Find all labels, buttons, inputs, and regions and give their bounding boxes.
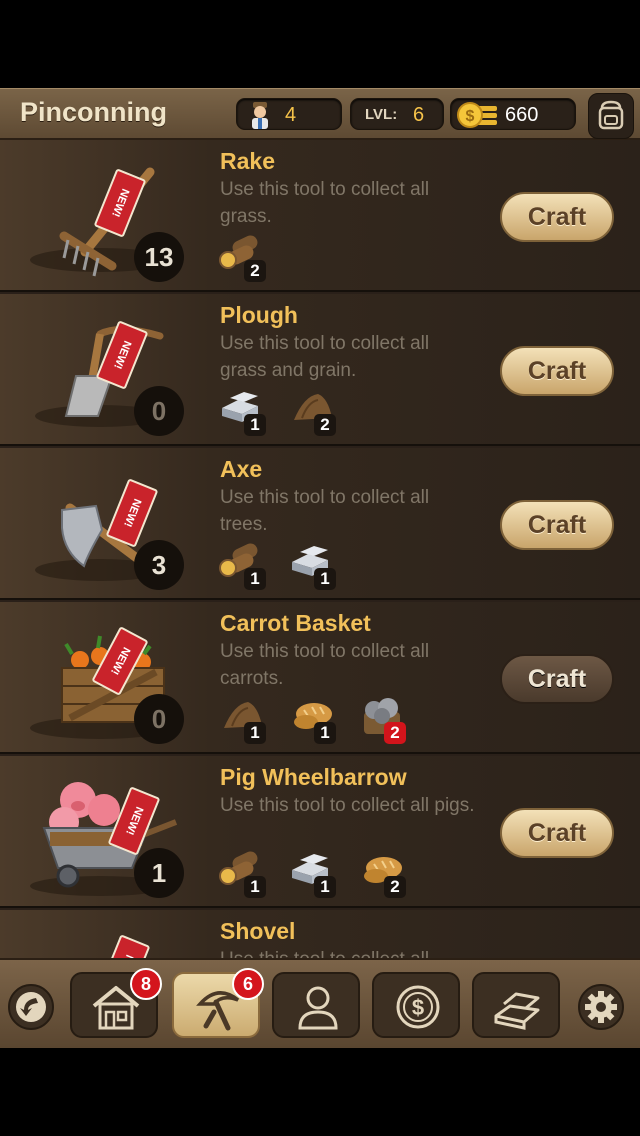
svg-text:$: $: [412, 995, 424, 1020]
owned-count: 1: [134, 848, 184, 898]
tool-description: Use this tool to collect all trees.: [220, 487, 430, 535]
tool-row-rake: NEW! 13 Rake Use this tool to collect al…: [0, 140, 640, 292]
top-bar: Pinconning 4 LVL: 6 $ 660: [0, 88, 640, 140]
resource-qty: 2: [314, 414, 336, 436]
nav-tools[interactable]: 6: [172, 968, 264, 1038]
gear-icon: [585, 991, 617, 1023]
level-value: 6: [413, 104, 425, 126]
nav-home[interactable]: 8: [70, 968, 162, 1038]
resource-wood: 1: [218, 538, 266, 590]
nav-shop[interactable]: $: [372, 972, 460, 1038]
resource-qty: 1: [314, 876, 336, 898]
resource-qty: 1: [244, 414, 266, 436]
resource-qty: 2: [384, 876, 406, 898]
tool-name: Plough: [220, 302, 298, 328]
resource-wood: 1: [218, 846, 266, 898]
resource-qty: 1: [244, 722, 266, 744]
resource-qty: 1: [244, 568, 266, 590]
tool-description: Use this tool to collect all carrots.: [220, 641, 430, 689]
nav-gold[interactable]: [472, 972, 560, 1038]
resource-iron: 1: [218, 384, 266, 436]
resource-iron: 1: [288, 846, 336, 898]
owned-count: 0: [134, 386, 184, 436]
town-name: Pinconning: [20, 97, 167, 127]
backpack-button[interactable]: [588, 93, 634, 139]
tool-name: Shovel: [220, 918, 296, 944]
craft-button[interactable]: Craft: [500, 192, 614, 242]
level-indicator: LVL: 6: [350, 98, 444, 130]
resource-qty: 1: [314, 568, 336, 590]
tool-description: Use this tool to collect all pigs.: [220, 795, 475, 816]
tool-row-shovel: NEW! Shovel Use this tool to collect all: [0, 910, 640, 958]
resource-qty: 2: [244, 260, 266, 282]
coins-counter[interactable]: $ 660: [450, 98, 576, 130]
home-badge: 8: [130, 968, 162, 1000]
coins-icon: $: [457, 102, 497, 128]
shovel-artwork: NEW!: [0, 910, 200, 958]
resource-wood: 2: [288, 384, 336, 436]
craft-button-disabled[interactable]: Craft: [500, 654, 614, 704]
resource-wood: 1: [218, 692, 266, 744]
tool-row-pig-wheelbarrow: NEW! 1 Pig Wheelbarrow Use this tool to …: [0, 756, 640, 908]
tool-name: Pig Wheelbarrow: [220, 764, 407, 790]
tool-name: Carrot Basket: [220, 610, 371, 636]
tool-description: Use this tool to collect all grass.: [220, 179, 430, 227]
resource-iron: 1: [288, 538, 336, 590]
back-arrow-icon: [16, 992, 46, 1022]
resource-bread: 2: [358, 846, 406, 898]
settings-button[interactable]: [578, 984, 624, 1030]
tool-row-plough: NEW! 0 Plough Use this tool to collect a…: [0, 294, 640, 446]
workers-count: 4: [285, 104, 297, 126]
level-label: LVL:: [365, 106, 398, 123]
svg-text:$: $: [466, 108, 475, 125]
coin-icon: $: [396, 985, 440, 1029]
tool-description: Use this tool to collect all grass and g…: [220, 333, 430, 381]
resource-qty: 2: [384, 722, 406, 744]
back-button[interactable]: [8, 984, 54, 1030]
owned-count: 0: [134, 694, 184, 744]
tool-name: Axe: [220, 456, 263, 482]
new-tag: NEW!: [97, 934, 151, 958]
tool-name: Rake: [220, 148, 275, 174]
tool-row-axe: NEW! 3 Axe Use this tool to collect all …: [0, 448, 640, 600]
resource-qty: 1: [314, 722, 336, 744]
person-icon: [298, 986, 338, 1030]
craft-button[interactable]: Craft: [500, 500, 614, 550]
tool-list[interactable]: NEW! 13 Rake Use this tool to collect al…: [0, 140, 640, 958]
craft-button[interactable]: Craft: [500, 808, 614, 858]
workers-counter[interactable]: 4: [236, 98, 342, 130]
resource-qty: 1: [244, 876, 266, 898]
gold-bars-icon: [494, 992, 540, 1030]
nav-profile[interactable]: [272, 972, 360, 1038]
coins-value: 660: [505, 104, 539, 126]
craft-button[interactable]: Craft: [500, 346, 614, 396]
tool-description: Use this tool to collect all: [220, 946, 480, 958]
resource-wood: 2: [218, 230, 266, 282]
tool-row-carrot-basket: NEW! 0 Carrot Basket Use this tool to co…: [0, 602, 640, 754]
backpack-icon: [598, 100, 624, 130]
resource-stone: 2: [358, 692, 406, 744]
farmer-icon: [252, 102, 268, 129]
tools-badge: 6: [232, 968, 264, 1000]
resource-bread: 1: [288, 692, 336, 744]
owned-count: 3: [134, 540, 184, 590]
owned-count: 13: [134, 232, 184, 282]
bottom-nav: 8 6 $: [0, 958, 640, 1048]
